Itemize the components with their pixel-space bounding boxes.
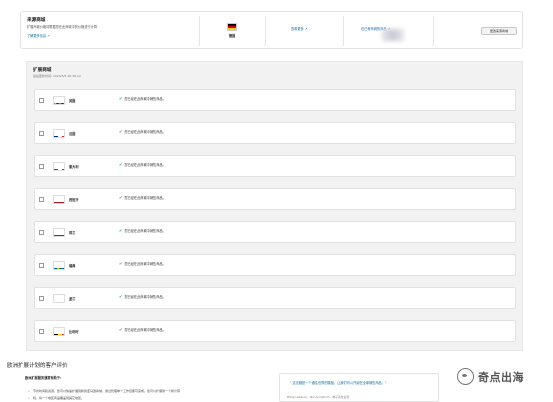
checkmark-icon: ✔ (119, 228, 123, 233)
marketplace-row-france[interactable]: 法国 ✔ 您已经在此商城中销售商品。 (34, 122, 516, 144)
marketplace-row-sweden[interactable]: 瑞典 ✔ 您已经在此商城中销售商品。 (34, 254, 516, 276)
checkmark-icon: ✔ (119, 162, 123, 167)
marketplace-name: 瑞典 (69, 264, 76, 268)
divider (199, 16, 200, 46)
marketplace-status: ✔ 您已经在此商城中销售商品。 (119, 327, 166, 332)
wechat-official-account-icon (457, 368, 474, 385)
source-marketplace-title: 来源商城 (27, 18, 46, 23)
marketplace-status: ✔ 您已经在此商城中销售商品。 (119, 162, 166, 167)
divider (265, 16, 266, 46)
source-marketplace-description: 扩展商城价格将根据您在此商城中的价格进行计算 (27, 25, 98, 29)
marketplace-name: 波兰 (69, 297, 76, 301)
belgium-flag-icon (53, 327, 65, 336)
marketplace-status: ✔ 您已经在此商城中销售商品。 (119, 129, 166, 134)
marketplace-status: ✔ 您已经在此商城中销售商品。 (119, 261, 166, 266)
checkmark-icon: ✔ (119, 327, 123, 332)
italy-flag-icon (53, 162, 65, 171)
marketplace-checkbox[interactable] (39, 230, 44, 235)
marketplace-row-netherlands[interactable]: 荷兰 ✔ 您已经在此商城中销售商品。 (34, 221, 516, 243)
marketplace-status: ✔ 您已经在此商城中销售商品。 (119, 195, 166, 200)
reviews-heading: 欧洲扩展计划的客户评价 (7, 363, 68, 369)
expansion-title: 扩展商城 (33, 68, 52, 73)
marketplace-checkbox[interactable] (39, 164, 44, 169)
view-more-link[interactable]: 查看更多 ↗ (291, 26, 307, 31)
external-link-icon: ↗ (47, 34, 50, 38)
marketplace-name: 荷兰 (69, 231, 76, 235)
source-marketplace-card: 来源商城 扩展商城价格将根据您在此商城中的价格进行计算 了解更多信息 ↗ 德国 … (20, 11, 523, 49)
netherlands-flag-icon (53, 228, 65, 237)
marketplace-checkbox[interactable] (39, 263, 44, 268)
marketplace-checkbox[interactable] (39, 131, 44, 136)
germany-flag-icon (227, 23, 237, 31)
sweden-flag-icon (53, 261, 65, 270)
external-link-icon: ↗ (304, 27, 308, 31)
marketplace-name: 西班牙 (69, 198, 79, 202)
marketplace-checkbox[interactable] (39, 98, 44, 103)
marketplace-checkbox[interactable] (39, 197, 44, 202)
divider (433, 16, 434, 46)
marketplace-status: ✔ 您已经在此商城中销售商品。 (119, 294, 166, 299)
spain-flag-icon (53, 195, 65, 204)
watermark: 奇点出海 (457, 368, 524, 385)
testimonial-card: " 这无疑是一个通往世界的跳板，让我们可以开始在全球销售商品。" Philip … (279, 373, 439, 402)
checkmark-icon: ✔ (119, 294, 123, 299)
marketplace-checkbox[interactable] (39, 329, 44, 334)
marketplace-status: ✔ 您已经在此商城中销售商品。 (119, 96, 166, 101)
checkmark-icon: ✔ (119, 261, 123, 266)
benefit-bullet: 节省时间和资源，您可以快速扩展到新的亚马逊商城，通过管理单个工作目即可完成。您可… (28, 389, 263, 393)
change-source-button[interactable]: 更改来源商城 (481, 27, 517, 35)
marketplace-row-spain[interactable]: 西班牙 ✔ 您已经在此商城中销售商品。 (34, 188, 516, 210)
marketplace-row-belgium[interactable]: 比利时 ✔ 您已经在此商城中销售商品。 (34, 320, 516, 342)
marketplace-row-italy[interactable]: 意大利 ✔ 您已经在此商城中销售商品。 (34, 155, 516, 177)
watermark-text: 奇点出海 (478, 370, 524, 384)
redacted-area (382, 29, 404, 41)
reviews-subheading: 欧洲扩展服务通常有助于: (25, 376, 62, 380)
last-updated-text: 最后更新时间: 2020/5/5 20:36:12 (33, 74, 81, 78)
marketplace-name: 意大利 (69, 165, 79, 169)
divider (343, 16, 344, 46)
learn-more-link[interactable]: 了解更多信息 ↗ (27, 33, 50, 38)
uk-flag-icon (53, 96, 65, 105)
marketplace-name: 法国 (69, 132, 76, 136)
checkmark-icon: ✔ (119, 96, 123, 101)
source-country-label: 德国 (228, 34, 236, 38)
marketplace-row-uk[interactable]: 英国 ✔ 您已经在此商城中销售商品。 (34, 89, 516, 111)
expansion-marketplaces-panel: 扩展商城 最后更新时间: 2020/5/5 20:36:12 英国 ✔ 您已经在此… (26, 61, 523, 351)
testimonial-attribution: Philip Lebanon，Bio-Armstrum，电子商务主管 (287, 395, 350, 399)
marketplace-name: 英国 (69, 99, 76, 103)
poland-flag-icon (53, 294, 65, 303)
marketplace-row-poland[interactable]: 波兰 ✔ 您已经在此商城中销售商品。 (34, 287, 516, 309)
marketplace-checkbox[interactable] (39, 296, 44, 301)
benefit-bullet-continued: 机，将一个地区商品覆盖到其它地区。 (28, 396, 263, 400)
marketplace-status: ✔ 您已经在此商城中销售商品。 (119, 228, 166, 233)
marketplace-name: 比利时 (69, 330, 79, 334)
testimonial-quote: " 这无疑是一个通往世界的跳板，让我们可以开始在全球销售商品。" (290, 381, 387, 385)
checkmark-icon: ✔ (119, 195, 123, 200)
france-flag-icon (53, 129, 65, 138)
checkmark-icon: ✔ (119, 129, 123, 134)
